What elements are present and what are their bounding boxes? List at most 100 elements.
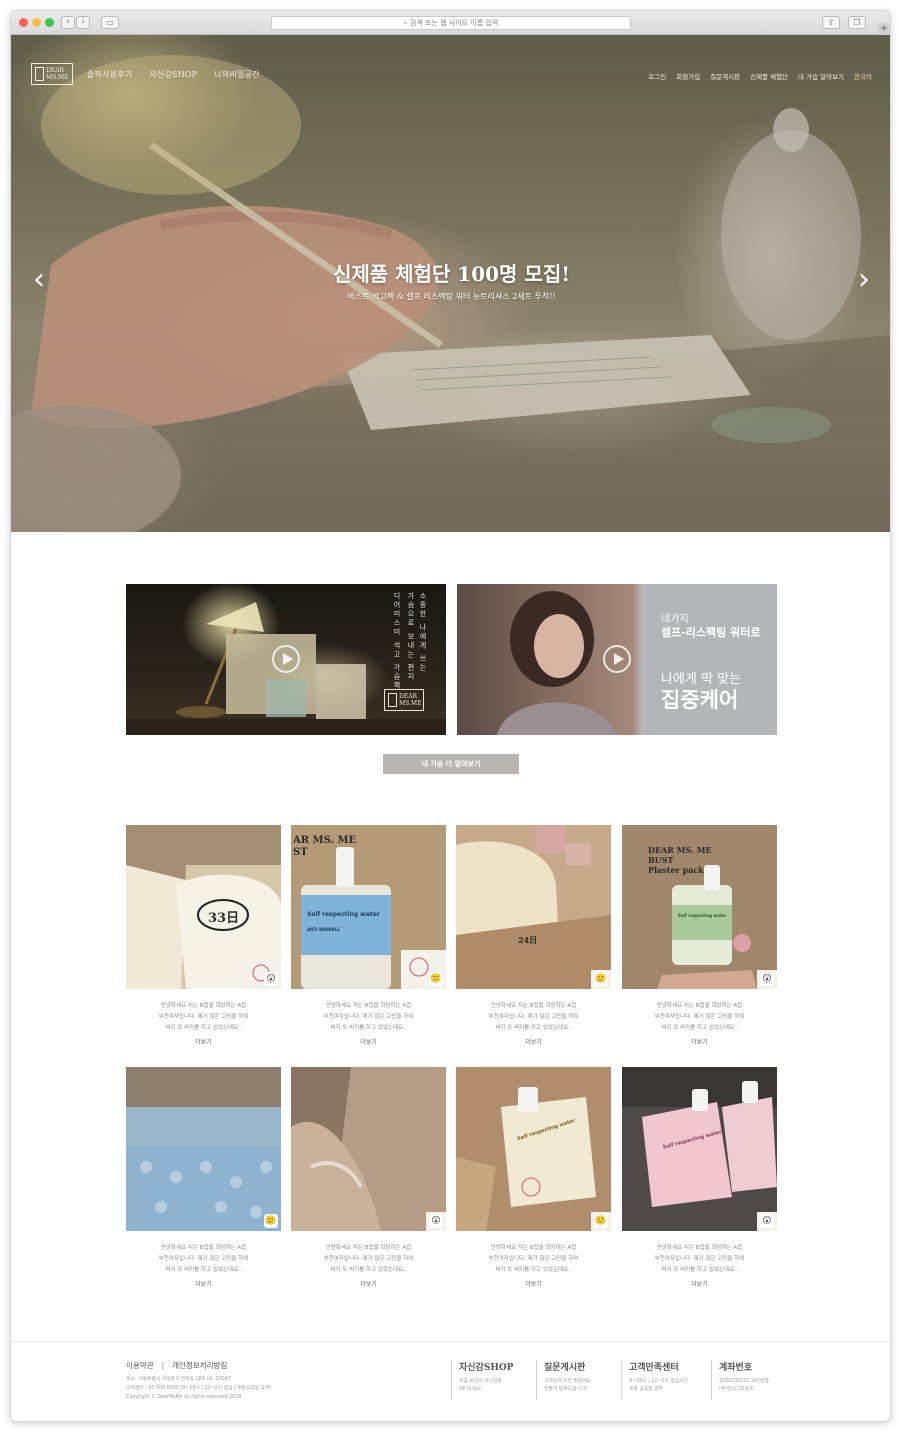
share-icon[interactable]: ⇧ [822,16,840,29]
footer-col-title: 계좌번호 [719,1363,753,1373]
review-more-link[interactable]: 더보기 [126,1279,281,1288]
main-nav: 솔직사용후기 자신감SHOP 나의비밀공간 [87,69,260,80]
language-selector[interactable]: 한국어 [854,71,872,81]
address-bar[interactable]: ⌕ 검색 또는 웹 사이트 이름 입력 [271,16,631,30]
site-logo[interactable]: DEAR MS.ME [31,63,73,85]
hero-title: 신제품 체험단 100명 모집! [332,262,571,286]
tabs-overview-icon[interactable]: ❐ [848,16,866,29]
hero-next-arrow-icon[interactable]: › [854,265,874,295]
review-more-link[interactable]: 더보기 [622,1037,777,1046]
close-window-button[interactable] [19,18,28,27]
nav-item-know-my-bust[interactable]: 내 가슴 알아보기 [798,71,844,81]
review-photo [456,1067,611,1231]
footer-col-shop[interactable]: 자신감SHOP 지금 당신의 자신감을 UP 하세요! [451,1360,535,1400]
footer-copyright: Copyright © DearMsMe all rights reserved… [126,1395,242,1400]
review-text-line: 안녕하세요 저는 B컵을 희망하는 A컵 [656,1003,743,1009]
review-text-line: 써지 또 써지를 하고 있었는데요.. [661,1025,738,1031]
review-text-line: 써지 또 써지를 하고 있었는데요.. [495,1025,572,1031]
review-thumbnail[interactable]: 😲 [291,1067,446,1231]
nav-item-login[interactable]: 로그인 [648,71,666,81]
footer-col-text: 지금 당신의 자신감을 UP 하세요! [459,1378,535,1394]
footer-col-line: 고객님의 어떤 질문에도 [544,1379,592,1384]
forward-button[interactable]: › [76,16,90,29]
nav-item-reviews[interactable]: 솔직사용후기 [87,69,132,80]
maximize-window-button[interactable] [45,18,54,27]
new-tab-button[interactable]: + [878,23,890,35]
play-icon[interactable] [272,645,300,673]
reaction-emoji-icon: 😲 [429,1214,443,1228]
browser-window: ‹ › ▭ ⌕ 검색 또는 웹 사이트 이름 입력 ⇧ ❐ + DEAR MS.… [10,10,891,1422]
footer-col-line: 9~18시 / 12~2시 점심시간 [629,1379,689,1384]
minimize-window-button[interactable] [32,18,41,27]
review-thumbnail[interactable]: Self respecting water 😲 [622,1067,777,1231]
sidebar-toggle-icon[interactable]: ▭ [101,16,119,29]
footer-col-line: UP 하세요! [459,1387,483,1392]
footer-col-bank-account: 계좌번호 1020230120 국민은행 (주)언더그라운드 [711,1360,795,1400]
review-photo [291,1067,446,1231]
hero-subtitle: 바스트 석고팩 & 셀프 리스펙팅 워터 뉴트리셔스 2세트 투척!! [347,292,556,301]
review-thumbnail[interactable]: 33日 😲 [126,825,281,989]
review-text-line: 안녕하세요 저는 B컵을 희망하는 A컵 [160,1003,247,1009]
review-text-line: 안녕하세요 저는 B컵을 희망하는 A컵 [490,1245,577,1251]
footer-col-line: 지금 당신의 자신감을 [459,1379,502,1384]
review-text-line: 부천여자입니다. 제가 많은 고민을 하여 [488,1256,579,1262]
review-more-link[interactable]: 더보기 [456,1037,611,1046]
nav-item-shop[interactable]: 자신감SHOP [149,69,197,80]
review-excerpt: 안녕하세요 저는 B컵을 희망하는 A컵 부천여자입니다. 제가 많은 고민을 … [456,1001,611,1034]
thumb-brand-text-2: ST [293,847,308,858]
video1-badge-line2: MS.ME [399,700,422,707]
review-more-link[interactable]: 더보기 [291,1279,446,1288]
review-more-link[interactable]: 더보기 [291,1037,446,1046]
reaction-emoji-icon: 😲 [760,1214,774,1228]
logo-text-line1: DEAR [46,67,65,74]
footer-col-line: 친절히 답해드립니다! [544,1387,588,1392]
video1-logo-badge: DEAR MS.ME [384,689,424,711]
review-more-link[interactable]: 더보기 [622,1279,777,1288]
review-photo [126,1067,281,1231]
play-icon[interactable] [603,645,631,673]
thumb-brand-text: DEAR MS. ME [648,845,712,855]
review-excerpt: 안녕하세요 저는 B컵을 희망하는 A컵 부천여자입니다. 제가 많은 고민을 … [126,1243,281,1276]
address-placeholder: 검색 또는 웹 사이트 이름 입력 [409,19,499,27]
nav-item-signup[interactable]: 회원가입 [676,71,700,81]
nav-item-secret-space[interactable]: 나의비밀공간 [214,69,259,80]
review-thumbnail[interactable]: Self respecting water 🙂 [456,1067,611,1231]
footer-col-qna[interactable]: 질문게시판 고객님의 어떤 질문에도 친절히 답해드립니다! [536,1360,620,1400]
reaction-emoji-icon: 🙂 [264,1214,278,1228]
review-more-link[interactable]: 더보기 [456,1279,611,1288]
footer-col-line: (주)언더그라운드 [719,1387,754,1392]
nav-item-new-product-trial[interactable]: 신제품 체험단 [750,71,788,81]
thumb-product-label: Self respecting water [307,911,380,918]
terms-link[interactable]: 이용약관 [126,1361,154,1370]
review-thumbnail[interactable]: 24日 🙂 [456,825,611,989]
review-thumbnail[interactable]: AR MS. ME ST Self respecting water ANTI-… [291,825,446,989]
footer-company-info: 주소: 서울특별시 서대문구 연희동 189-16, 07047 고객센터 : … [126,1375,271,1402]
nav-item-qna[interactable]: 질문게시판 [710,71,740,81]
video1-vertical-text-3: 디어미스미 석고 가슴팩 [393,592,401,691]
review-more-link[interactable]: 더보기 [126,1037,281,1046]
footer-col-text: 고객님의 어떤 질문에도 친절히 답해드립니다! [544,1378,620,1394]
video1-vertical-text-1: 소중한 나에게 쓰는 [419,592,427,673]
hero-prev-arrow-icon[interactable]: ‹ [29,265,49,295]
review-thumbnail[interactable]: DEAR MS. ME BUST Plaster pack Self respe… [622,825,777,989]
review-text-line: 안녕하세요 저는 B컵을 희망하는 A컵 [656,1245,743,1251]
footer-divider [11,1341,890,1342]
video-card-letter[interactable]: 소중한 나에게 쓰는 가슴으로 보내는 편지 디어미스미 석고 가슴팩 DEAR… [126,584,446,735]
privacy-policy-link[interactable]: 개인정보처리방침 [172,1361,227,1370]
reaction-emoji-icon: 🙂 [429,972,443,986]
review-text-line: 부천여자입니다. 제가 많은 고민을 하여 [323,1014,414,1020]
footer-col-title: 고객만족센터 [629,1363,679,1373]
review-text-line: 부천여자입니다. 제가 많은 고민을 하여 [158,1014,249,1020]
review-text-line: 써지 또 써지를 하고 있었는데요.. [330,1025,407,1031]
footer-col-customer-center[interactable]: 고객만족센터 9~18시 / 12~2시 점심시간 주말 공휴일 휴무 [621,1360,705,1400]
review-text-line: 부천여자입니다. 제가 많은 고민을 하여 [323,1256,414,1262]
video-card-water[interactable]: 네가지 셀프-리스팩팅 워터로 나에게 딱 맞는 집중케어 [457,584,777,735]
back-button[interactable]: ‹ [61,16,75,29]
review-thumbnail[interactable]: 🙂 [126,1067,281,1231]
know-more-button[interactable]: 내 가슴 더 알아보기 [383,754,519,774]
review-text-line: 써지 또 써지를 하고 있었는데요.. [165,1267,242,1273]
review-excerpt: 안녕하세요 저는 B컵을 희망하는 A컵 부천여자입니다. 제가 많은 고민을 … [291,1243,446,1276]
logo-text-line2: MS.ME [46,74,69,81]
review-excerpt: 안녕하세요 저는 B컵을 희망하는 A컵 부천여자입니다. 제가 많은 고민을 … [622,1243,777,1276]
footer-customer-center: 고객센터 : 00 000 0000 (9~18시 / 12~2시 점심 / 주… [126,1386,272,1391]
